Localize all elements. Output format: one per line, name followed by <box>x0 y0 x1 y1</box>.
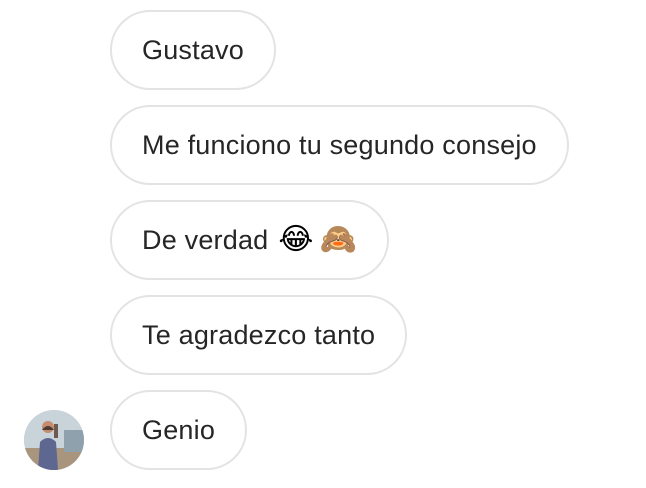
message-bubble[interactable]: Gustavo <box>110 10 276 90</box>
message-bubble[interactable]: Me funciono tu segundo consejo <box>110 105 569 185</box>
see-no-evil-monkey-emoji-icon: 🙈 <box>319 222 357 257</box>
message-bubble[interactable]: De verdad 😂 🙈 <box>110 200 389 280</box>
message-text: De verdad <box>142 224 269 255</box>
message-text: Me funciono tu segundo consejo <box>142 129 537 160</box>
message-text: Genio <box>142 414 216 445</box>
message-bubble[interactable]: Te agradezco tanto <box>110 295 408 375</box>
user-photo-avatar-icon <box>24 410 84 470</box>
sender-avatar[interactable] <box>24 410 84 470</box>
message-text: Gustavo <box>142 34 244 65</box>
tears-of-joy-emoji-icon: 😂 <box>278 222 314 257</box>
message-text: Te agradezco tanto <box>142 319 376 350</box>
message-bubble[interactable]: Genio <box>110 390 248 470</box>
chat-thread: Gustavo Me funciono tu segundo consejo D… <box>0 0 646 488</box>
